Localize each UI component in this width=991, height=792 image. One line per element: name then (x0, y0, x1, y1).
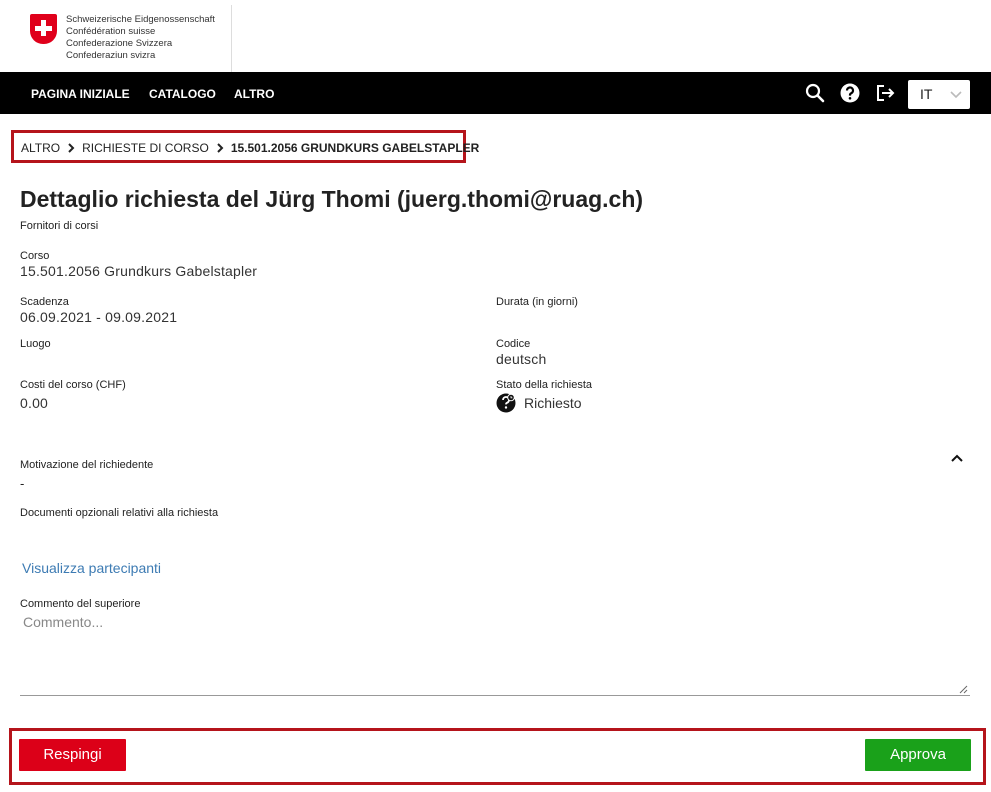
status-value: Richiesto (524, 395, 582, 411)
main-navbar: PAGINA INIZIALE CATALOGO ALTRO (0, 72, 991, 114)
breadcrumb-highlight: ALTRO RICHIESTE DI CORSO 15.501.2056 GRU… (11, 130, 479, 163)
course-value: 15.501.2056 Grundkurs Gabelstapler (20, 263, 258, 279)
help-icon[interactable] (839, 82, 861, 104)
breadcrumb: ALTRO RICHIESTE DI CORSO 15.501.2056 GRU… (21, 141, 479, 155)
language-value: IT (920, 86, 933, 102)
place-label: Luogo (20, 338, 51, 350)
chevron-right-icon (217, 143, 224, 153)
code-label: Codice (496, 338, 531, 350)
breadcrumb-current: 15.501.2056 GRUNDKURS GABELSTAPLER (230, 141, 480, 155)
cost-label: Costi del corso (CHF) (20, 379, 126, 391)
chevron-right-icon (68, 143, 75, 153)
view-participants-link[interactable]: Visualizza partecipanti (22, 560, 161, 576)
motivation-value: - (20, 476, 25, 491)
motivation-label: Motivazione del richiedente (20, 459, 154, 471)
approve-button[interactable]: Approva (865, 739, 971, 771)
duration-label: Durata (in giorni) (496, 296, 578, 308)
logo-divider (231, 5, 232, 72)
logout-icon[interactable] (874, 82, 896, 104)
swiss-flag-icon (30, 14, 57, 44)
chevron-down-icon (950, 91, 962, 99)
documents-label: Documenti opzionali relativi alla richie… (20, 507, 219, 519)
page-title: Dettaglio richiesta del Jürg Thomi (juer… (20, 186, 644, 212)
subtitle: Fornitori di corsi (20, 220, 99, 232)
code-value: deutsch (496, 351, 547, 367)
nav-other[interactable]: ALTRO (234, 87, 274, 101)
comment-label: Commento del superiore (20, 598, 141, 610)
resize-grip-icon[interactable] (958, 684, 968, 694)
deadline-label: Scadenza (20, 296, 69, 308)
status-label: Stato della richiesta (496, 379, 592, 391)
top-header: Schweizerische Eidgenossenschaft Confédé… (0, 0, 991, 72)
nav-home[interactable]: PAGINA INIZIALE (31, 87, 130, 101)
nav-catalog[interactable]: CATALOGO (149, 87, 216, 101)
chevron-up-icon[interactable] (949, 450, 965, 466)
breadcrumb-item-course-requests[interactable]: RICHIESTE DI CORSO (82, 141, 209, 155)
status-badge: Richiesto (496, 393, 582, 413)
reject-button[interactable]: Respingi (19, 739, 126, 771)
language-select[interactable]: IT (908, 80, 970, 109)
breadcrumb-item-other[interactable]: ALTRO (21, 141, 60, 155)
course-label: Corso (20, 250, 50, 262)
search-icon[interactable] (804, 82, 826, 104)
action-bar-highlight (9, 728, 986, 785)
cost-value: 0.00 (20, 395, 49, 411)
pending-status-icon (496, 393, 516, 413)
deadline-value: 06.09.2021 - 09.09.2021 (20, 309, 178, 325)
swiss-logo[interactable]: Schweizerische Eidgenossenschaft Confédé… (30, 14, 215, 62)
logo-text: Schweizerische Eidgenossenschaft Confédé… (66, 14, 215, 61)
supervisor-comment-textarea[interactable] (20, 612, 970, 696)
